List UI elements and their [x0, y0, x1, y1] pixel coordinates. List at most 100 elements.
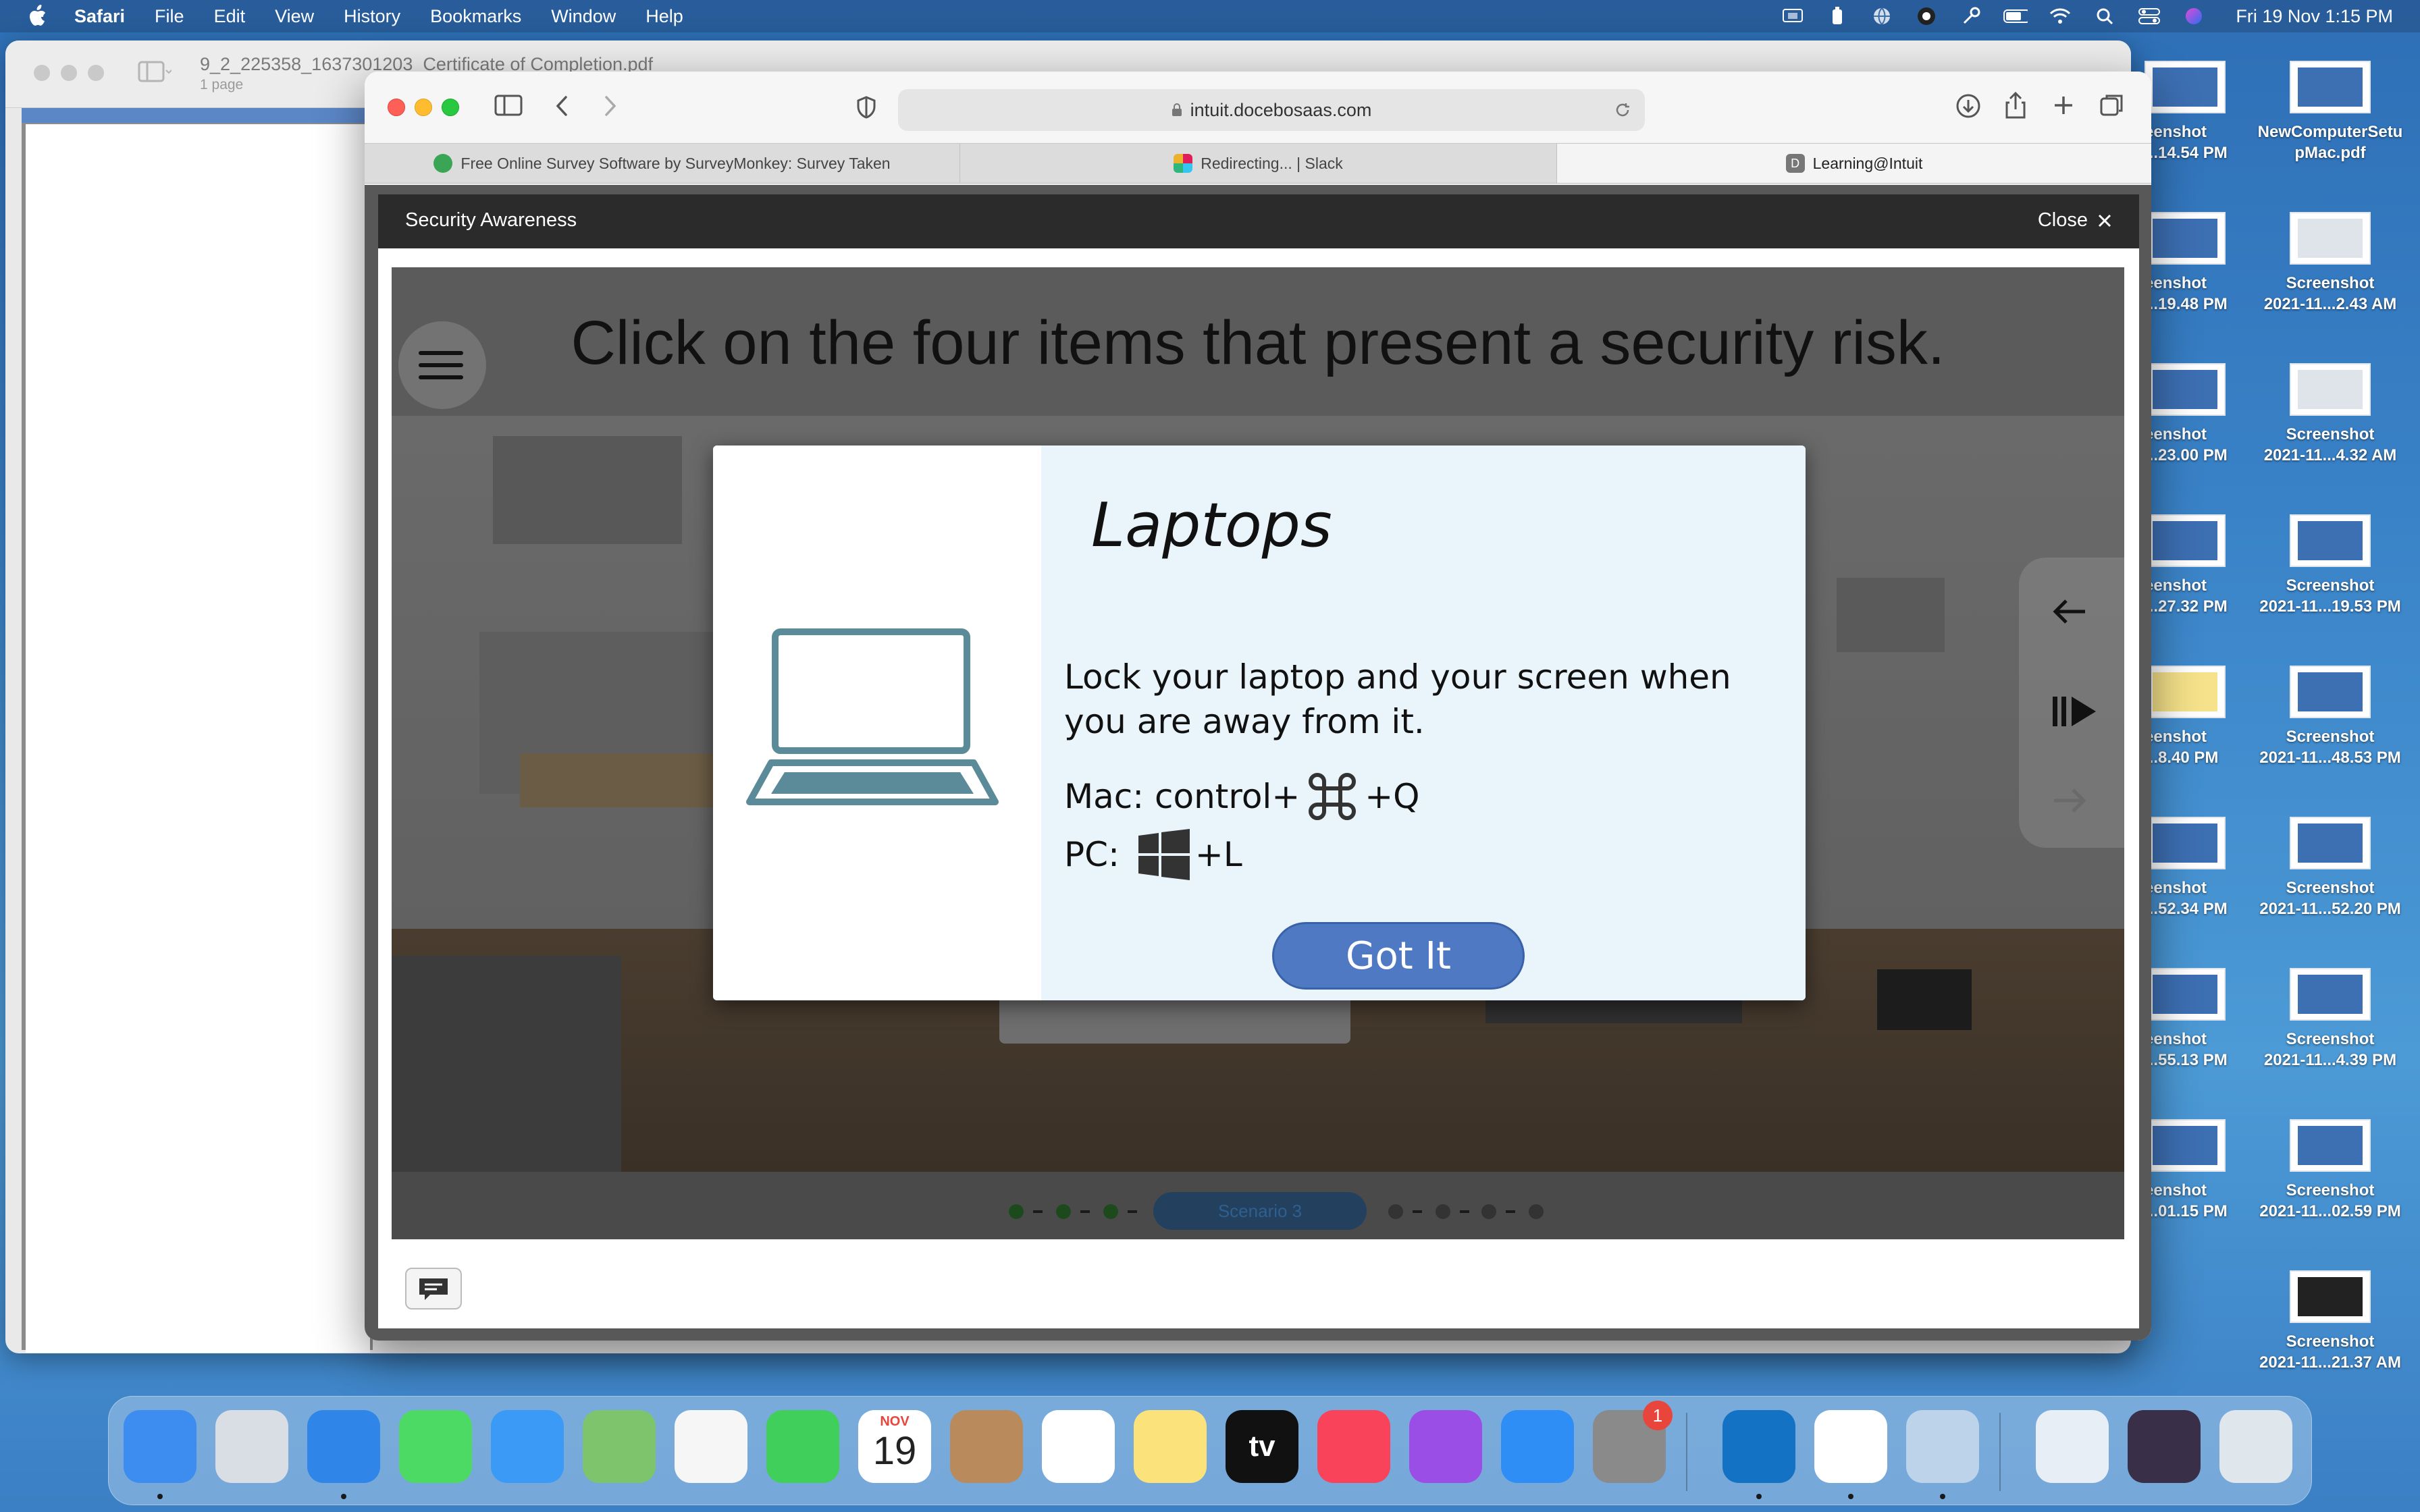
- podcasts-icon[interactable]: [1409, 1410, 1482, 1483]
- menu-bookmarks[interactable]: Bookmarks: [430, 6, 521, 27]
- maps-icon[interactable]: [583, 1410, 656, 1483]
- course-menu-button[interactable]: [398, 321, 486, 409]
- progress-dot[interactable]: [1388, 1204, 1403, 1219]
- transcript-button[interactable]: [405, 1268, 462, 1310]
- control-center-icon[interactable]: [2137, 7, 2161, 26]
- file-name-line2: ...27.32 PM: [2145, 597, 2228, 616]
- desktop-file-icon[interactable]: Screenshot 2021-11...52.20 PM: [2246, 817, 2415, 919]
- slack-icon[interactable]: [1814, 1410, 1887, 1483]
- desktop-file-icon[interactable]: eenshot ...52.34 PM: [2145, 817, 2246, 919]
- downloads-icon[interactable]: [1955, 93, 1981, 122]
- menu-app-name[interactable]: Safari: [74, 6, 125, 27]
- desktop-file-icon[interactable]: eenshot ...27.32 PM: [2145, 514, 2246, 617]
- document-icon[interactable]: [2036, 1410, 2109, 1483]
- siri-icon[interactable]: [2182, 7, 2206, 26]
- file-name-line1: eenshot: [2145, 425, 2207, 443]
- progress-dot[interactable]: [1481, 1204, 1496, 1219]
- close-window-button[interactable]: [34, 65, 50, 81]
- tab-surveymonkey[interactable]: Free Online Survey Software by SurveyMon…: [365, 144, 960, 183]
- zoom-window-button[interactable]: [88, 65, 104, 81]
- menu-history[interactable]: History: [344, 6, 400, 27]
- scenario-indicator[interactable]: Scenario 3: [1153, 1192, 1367, 1230]
- spotlight-search-icon[interactable]: [2093, 7, 2117, 26]
- sidebar-toggle-icon[interactable]: [494, 94, 524, 121]
- sidebar-toggle-icon[interactable]: [138, 61, 172, 87]
- close-window-button[interactable]: [388, 99, 405, 116]
- file-name-line2: ...01.15 PM: [2145, 1202, 2228, 1220]
- menu-file[interactable]: File: [155, 6, 184, 27]
- progress-dot[interactable]: [1056, 1204, 1071, 1219]
- desktop-file-icon[interactable]: Screenshot 2021-11...4.32 AM: [2246, 363, 2415, 466]
- notes-icon[interactable]: [1134, 1410, 1207, 1483]
- calendar-icon[interactable]: NOV 19: [858, 1410, 931, 1483]
- desktop-file-icon[interactable]: Screenshot 2021-11...19.53 PM: [2246, 514, 2415, 617]
- menu-window[interactable]: Window: [551, 6, 616, 27]
- tab-slack[interactable]: Redirecting... | Slack: [960, 144, 1557, 183]
- privacy-shield-icon[interactable]: [856, 96, 876, 122]
- safari-icon[interactable]: [307, 1410, 380, 1483]
- desktop-file-icon[interactable]: eenshot ...01.15 PM: [2145, 1119, 2246, 1222]
- menu-edit[interactable]: Edit: [214, 6, 246, 27]
- previous-arrow-icon[interactable]: [2053, 598, 2086, 628]
- contacts-icon[interactable]: [950, 1410, 1023, 1483]
- new-tab-icon[interactable]: [2053, 94, 2074, 119]
- vpn-icon[interactable]: [1914, 7, 1939, 26]
- screenshot-stack-icon[interactable]: [2128, 1410, 2201, 1483]
- menu-clock[interactable]: Fri 19 Nov 1:15 PM: [2236, 6, 2393, 27]
- got-it-button[interactable]: Got It: [1272, 922, 1525, 990]
- facetime-icon[interactable]: [766, 1410, 839, 1483]
- file-name-line2: ...23.00 PM: [2145, 446, 2228, 464]
- globe-icon[interactable]: [1870, 7, 1894, 26]
- back-icon[interactable]: [554, 94, 570, 121]
- reminders-icon[interactable]: [1042, 1410, 1115, 1483]
- desktop-file-icon[interactable]: Screenshot 2021-11...21.37 AM: [2246, 1270, 2415, 1373]
- desktop-file-icon[interactable]: eenshot ...55.13 PM: [2145, 968, 2246, 1071]
- tab-overview-icon[interactable]: [2100, 93, 2124, 121]
- progress-dot[interactable]: [1436, 1204, 1450, 1219]
- file-thumbnail-icon: [2145, 666, 2226, 718]
- forward-icon[interactable]: [602, 94, 619, 121]
- menu-view[interactable]: View: [275, 6, 314, 27]
- next-arrow-icon[interactable]: [2053, 787, 2086, 817]
- system-preferences-icon[interactable]: 1: [1593, 1401, 1673, 1483]
- progress-dot[interactable]: [1529, 1204, 1544, 1219]
- apple-menu-icon[interactable]: [27, 5, 47, 28]
- wifi-icon[interactable]: [2048, 7, 2072, 26]
- address-bar[interactable]: intuit.docebosaas.com: [898, 89, 1645, 131]
- photos-icon[interactable]: [675, 1410, 747, 1483]
- desktop-file-icon[interactable]: eenshot ...19.48 PM: [2145, 212, 2246, 315]
- tab-learning-intuit[interactable]: D Learning@Intuit: [1557, 144, 2151, 183]
- screen-mirroring-icon[interactable]: [1781, 7, 1805, 26]
- desktop-file-icon[interactable]: Screenshot 2021-11...2.43 AM: [2246, 212, 2415, 315]
- battery-icon[interactable]: [2003, 7, 2028, 26]
- music-icon[interactable]: [1317, 1410, 1390, 1483]
- progress-dot[interactable]: [1103, 1204, 1118, 1219]
- desktop-file-icon[interactable]: Screenshot 2021-11...4.39 PM: [2246, 968, 2415, 1071]
- messages-icon[interactable]: [399, 1410, 472, 1483]
- desktop-file-icon[interactable]: eenshot ...14.54 PM: [2145, 61, 2246, 163]
- desktop-file-icon[interactable]: eenshot ...23.00 PM: [2145, 363, 2246, 466]
- minimize-window-button[interactable]: [61, 65, 77, 81]
- play-pause-icon[interactable]: [2050, 693, 2101, 734]
- key-icon[interactable]: [1959, 7, 1983, 26]
- progress-dot[interactable]: [1009, 1204, 1024, 1219]
- preview-icon[interactable]: [1906, 1410, 1979, 1483]
- trash-icon[interactable]: [2219, 1410, 2292, 1483]
- zoom-window-button[interactable]: [442, 99, 459, 116]
- desktop-file-icon[interactable]: Screenshot 2021-11...02.59 PM: [2246, 1119, 2415, 1222]
- desktop-file-icon[interactable]: Screenshot 2021-11...48.53 PM: [2246, 666, 2415, 768]
- close-course-button[interactable]: Close: [2038, 209, 2112, 232]
- outlook-icon[interactable]: [1722, 1410, 1795, 1483]
- menu-help[interactable]: Help: [646, 6, 683, 27]
- reload-icon[interactable]: [1614, 101, 1631, 124]
- desktop-file-icon[interactable]: eenshot ...8.40 PM: [2145, 666, 2246, 768]
- battery-widget-icon[interactable]: [1825, 7, 1849, 26]
- app-store-icon[interactable]: [1501, 1410, 1574, 1483]
- desktop-file-icon[interactable]: NewComputerSetu pMac.pdf: [2246, 61, 2415, 163]
- launchpad-icon[interactable]: [215, 1410, 288, 1483]
- finder-icon[interactable]: [124, 1410, 196, 1483]
- share-icon[interactable]: [2004, 90, 2027, 122]
- apple-tv-icon[interactable]: tv: [1226, 1410, 1298, 1483]
- minimize-window-button[interactable]: [415, 99, 432, 116]
- mail-icon[interactable]: [491, 1410, 564, 1483]
